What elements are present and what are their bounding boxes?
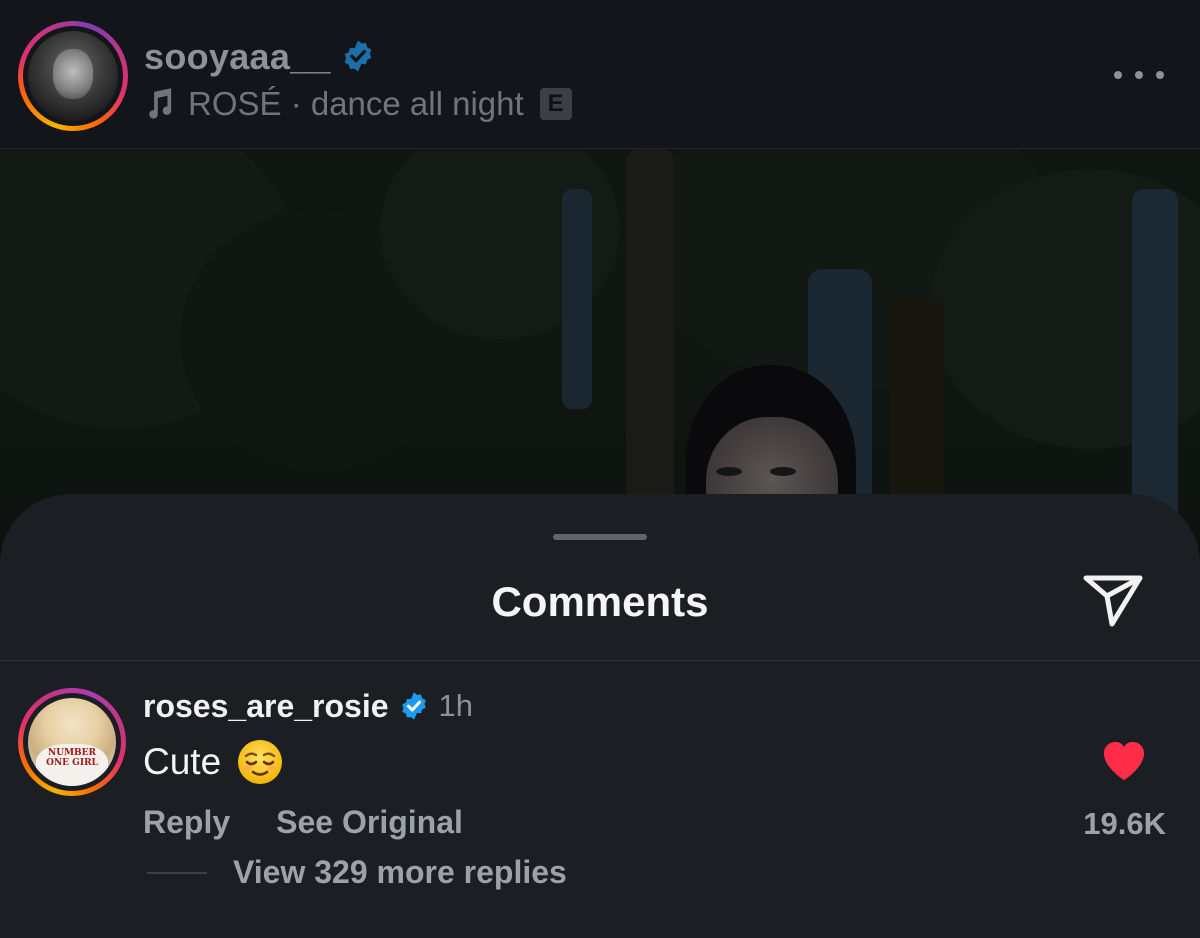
comments-sheet: Comments NUMBER ONE GIRL roses_are_rosie… xyxy=(0,494,1200,938)
post-header: sooyaaa__ ROSÉ · dance all night E xyxy=(0,0,1200,149)
comment-actions: Reply See Original xyxy=(143,802,463,842)
like-count[interactable]: 19.6K xyxy=(1083,804,1166,844)
reply-button[interactable]: Reply xyxy=(143,802,230,842)
verified-badge-icon xyxy=(401,692,426,720)
comment-body: Cute xyxy=(143,738,283,786)
avatar-shirt-text: NUMBER ONE GIRL xyxy=(46,748,98,768)
post-photo[interactable] xyxy=(0,149,1200,549)
heart-icon[interactable] xyxy=(1101,740,1147,782)
comment-timestamp: 1h xyxy=(438,688,473,723)
comment-header: roses_are_rosie 1h xyxy=(143,686,473,726)
music-track-label: ROSÉ · dance all night xyxy=(188,85,524,122)
music-attribution[interactable]: ROSÉ · dance all night E xyxy=(144,84,572,124)
post-author-username[interactable]: sooyaaa__ xyxy=(144,36,375,78)
share-icon[interactable] xyxy=(1080,570,1146,630)
sheet-title: Comments xyxy=(491,578,709,625)
commenter-username[interactable]: roses_are_rosie xyxy=(143,686,389,726)
verified-badge-icon xyxy=(344,40,372,73)
sheet-divider xyxy=(0,660,1200,661)
comment-text: Cute xyxy=(143,741,222,782)
post-author-avatar[interactable] xyxy=(18,21,128,131)
see-original-button[interactable]: See Original xyxy=(276,802,463,842)
replies-divider-line xyxy=(147,872,207,874)
relieved-face-emoji-icon xyxy=(238,740,283,784)
sheet-grabber[interactable] xyxy=(553,534,647,540)
explicit-badge: E xyxy=(539,88,572,120)
more-options-icon[interactable] xyxy=(1114,60,1164,90)
view-more-replies-button[interactable]: View 329 more replies xyxy=(233,852,567,892)
avatar-shirt: NUMBER ONE GIRL xyxy=(36,744,108,786)
commenter-avatar[interactable]: NUMBER ONE GIRL xyxy=(18,688,126,796)
music-note-icon xyxy=(149,88,172,119)
post-author-username-text[interactable]: sooyaaa__ xyxy=(144,36,331,77)
